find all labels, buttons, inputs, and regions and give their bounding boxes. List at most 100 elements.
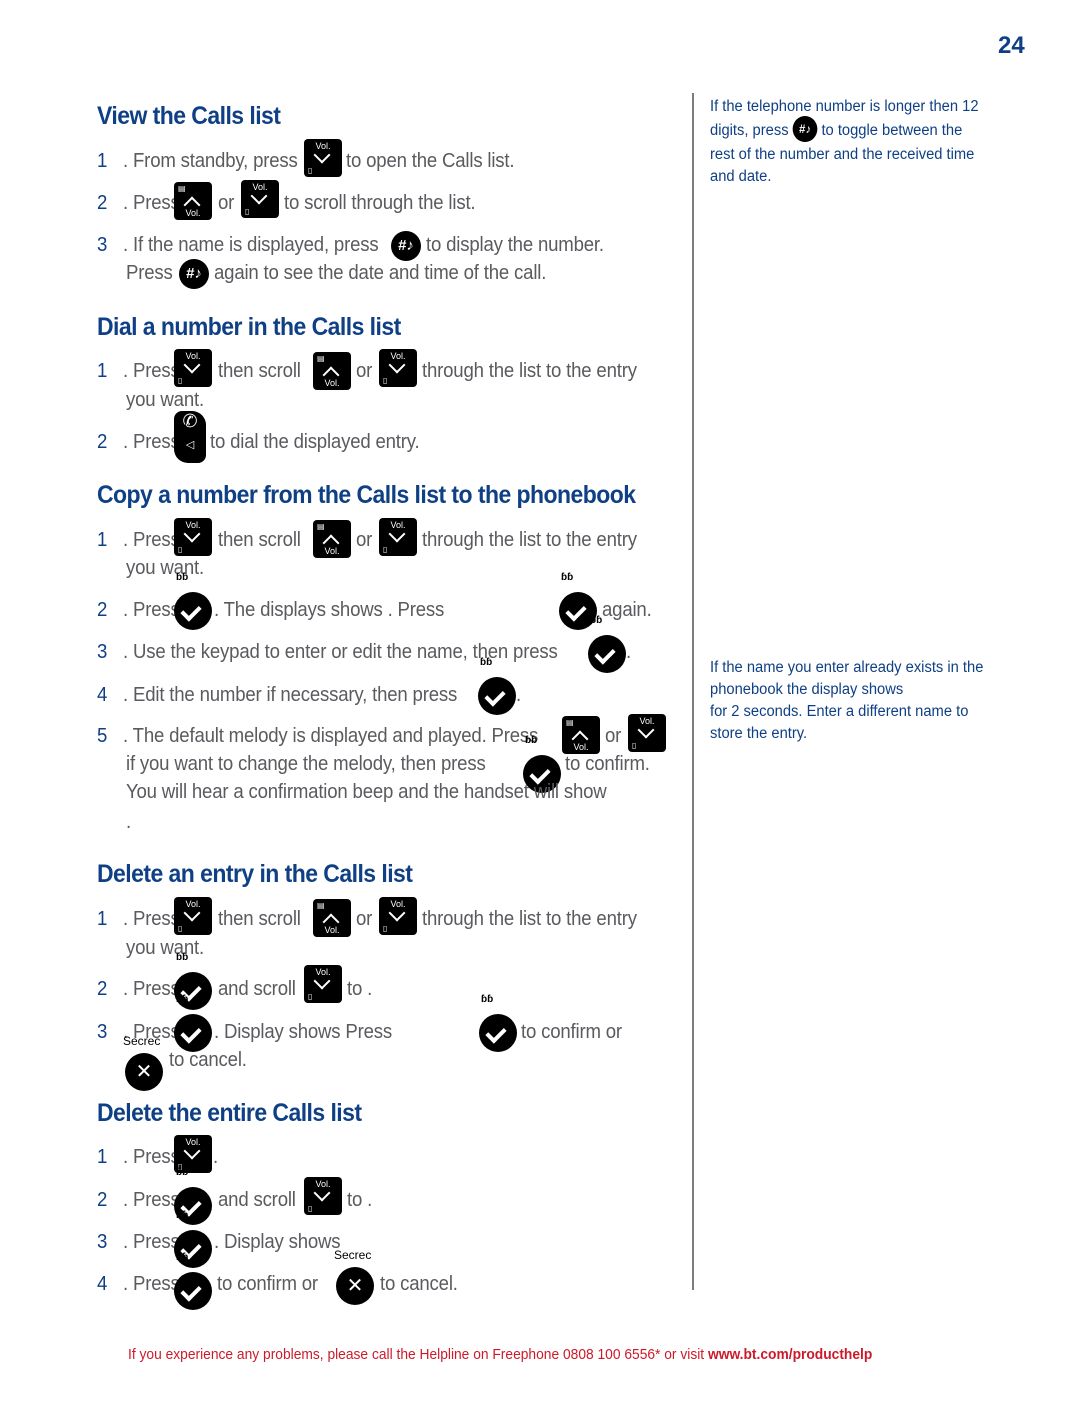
step-text: From standby, press — [133, 150, 298, 172]
step-text: again. — [602, 599, 652, 621]
up-vol-key-icon: ▤ Vol. — [313, 520, 351, 558]
view-step-3: 3. If the name is displayed, press — [97, 234, 379, 256]
ok-key-icon: ɓɓ — [174, 1252, 212, 1310]
step-text: The default melody is displayed and play… — [132, 725, 539, 747]
column-divider — [692, 93, 694, 1290]
delete-all-step-2: 2. Press — [97, 1189, 180, 1211]
down-vol-key-icon: Vol. ▯ — [379, 897, 417, 935]
step-text: you want. — [126, 937, 204, 959]
step-text: then scroll — [218, 908, 301, 930]
step-text: . Display shows Press — [214, 1021, 393, 1043]
step-text: to . — [347, 978, 373, 1000]
up-vol-key-icon: ▤ Vol. — [313, 899, 351, 937]
up-vol-key-icon: ▤ Vol. — [562, 716, 600, 754]
step-text: or — [218, 192, 235, 214]
dial-step-1: 1. Press — [97, 360, 180, 382]
step-text: or — [356, 908, 373, 930]
step-number: 3 — [97, 1021, 108, 1043]
step-number: 1 — [97, 360, 108, 382]
ok-key-icon: ɓɓ — [479, 994, 517, 1052]
heading-copy-number: Copy a number from the Calls list to the… — [97, 481, 636, 509]
step-number: 2 — [97, 431, 108, 453]
step-number: 3 — [97, 1231, 108, 1253]
step-text: and scroll — [218, 1189, 296, 1211]
down-vol-key-icon: Vol. ▯ — [304, 965, 342, 1003]
step-number: 1 — [97, 150, 108, 172]
up-vol-key-icon: ▤ Vol. — [174, 182, 212, 220]
step-number: 2 — [97, 1189, 108, 1211]
ok-key-icon: ɓɓ — [174, 994, 212, 1052]
down-vol-key-icon: Vol. ▯ — [379, 518, 417, 556]
step-text: if you want to change the melody, then p… — [126, 753, 486, 775]
heading-delete-entry: Delete an entry in the Calls list — [97, 860, 413, 888]
heading-view-calls-list: View the Calls list — [97, 102, 281, 130]
delete-all-step-3: 3. Press — [97, 1231, 180, 1253]
delete-all-step-4: 4. Press — [97, 1273, 180, 1295]
step-text: then scroll — [218, 360, 301, 382]
footer-helpline: If you experience any problems, please c… — [128, 1346, 872, 1363]
step-text: to confirm or — [521, 1021, 622, 1043]
down-vol-key-icon: Vol. ▯ — [379, 349, 417, 387]
step-text: Edit the number if necessary, then press — [133, 684, 458, 706]
talk-key-icon: ✆ ◁ — [174, 411, 206, 463]
step-text: to confirm or — [217, 1273, 318, 1295]
footer-link[interactable]: www.bt.com/producthelp — [708, 1346, 872, 1363]
note-text: for 2 seconds. Enter a different name to… — [710, 703, 969, 742]
view-step-1: 1. From standby, press — [97, 150, 298, 172]
step-text: Press — [133, 1273, 180, 1295]
step-text: or — [356, 360, 373, 382]
copy-step-1: 1. Press — [97, 529, 180, 551]
step-text: Use the keypad to enter or edit the name… — [133, 641, 558, 663]
cancel-key-icon: Secrec ✕ — [334, 1249, 374, 1305]
step-text: . — [213, 1146, 218, 1168]
copy-step-2: 2. Press — [97, 599, 180, 621]
step-number: 2 — [97, 192, 108, 214]
down-vol-key-icon: Vol. ▯ — [174, 518, 212, 556]
step-text: Press — [133, 529, 180, 551]
step-text: . — [126, 811, 131, 833]
step-text: and scroll — [218, 978, 296, 1000]
step-text: Press — [126, 262, 173, 284]
hash-key-icon: #♪ — [179, 259, 209, 289]
heading-dial-number: Dial a number in the Calls list — [97, 313, 401, 341]
step-text: to cancel. — [169, 1049, 247, 1071]
step-number: 2 — [97, 599, 108, 621]
dial-step-2: 2. Press — [97, 431, 180, 453]
step-number: 1 — [97, 908, 108, 930]
copy-step-5: 5. The default melody is displayed and p… — [97, 725, 539, 747]
down-vol-key-icon: Vol. ▯ — [174, 897, 212, 935]
step-text: through the list to the entry — [422, 529, 637, 551]
step-text: You will hear a confirmation beep and th… — [126, 781, 607, 803]
step-text: Press — [133, 599, 180, 621]
step-text: Press — [133, 1146, 180, 1168]
step-text: to . — [347, 1189, 373, 1211]
delete-entry-step-2: 2. Press — [97, 978, 180, 1000]
step-text: . — [516, 684, 521, 706]
step-text: then scroll — [218, 529, 301, 551]
delete-all-step-1: 1. Press — [97, 1146, 180, 1168]
ok-key-icon: ɓɓ — [588, 615, 626, 673]
step-text: to open the Calls list. — [346, 150, 515, 172]
side-note-long-number: If the telephone number is longer then 1… — [710, 96, 986, 188]
step-text: Press — [133, 1231, 180, 1253]
step-text: you want. — [126, 557, 204, 579]
down-vol-key-icon: Vol. ▯ — [628, 714, 666, 752]
step-text: Press — [133, 431, 180, 453]
step-number: 4 — [97, 1273, 108, 1295]
step-text: . The displays shows . Press — [214, 599, 445, 621]
step-text: through the list to the entry — [422, 908, 637, 930]
step-text: to dial the displayed entry. — [210, 431, 420, 453]
down-vol-key-icon: Vol. ▯ — [304, 1177, 342, 1215]
down-vol-key-icon: Vol. ▯ — [241, 180, 279, 218]
footer-text: If you experience any problems, please c… — [128, 1346, 705, 1363]
step-text: If the name is displayed, press — [133, 234, 379, 256]
view-step-2: 2. Press — [97, 192, 180, 214]
down-vol-key-icon: Vol. ▯ — [304, 139, 342, 177]
step-number: 4 — [97, 684, 108, 706]
copy-step-4: 4. Edit the number if necessary, then pr… — [97, 684, 458, 706]
hash-key-icon: #♪ — [391, 231, 421, 261]
step-text: . — [626, 641, 631, 663]
ok-key-icon: ɓɓ — [174, 572, 212, 630]
down-vol-key-icon: Vol. ▯ — [174, 349, 212, 387]
step-text: to confirm. — [565, 753, 650, 775]
